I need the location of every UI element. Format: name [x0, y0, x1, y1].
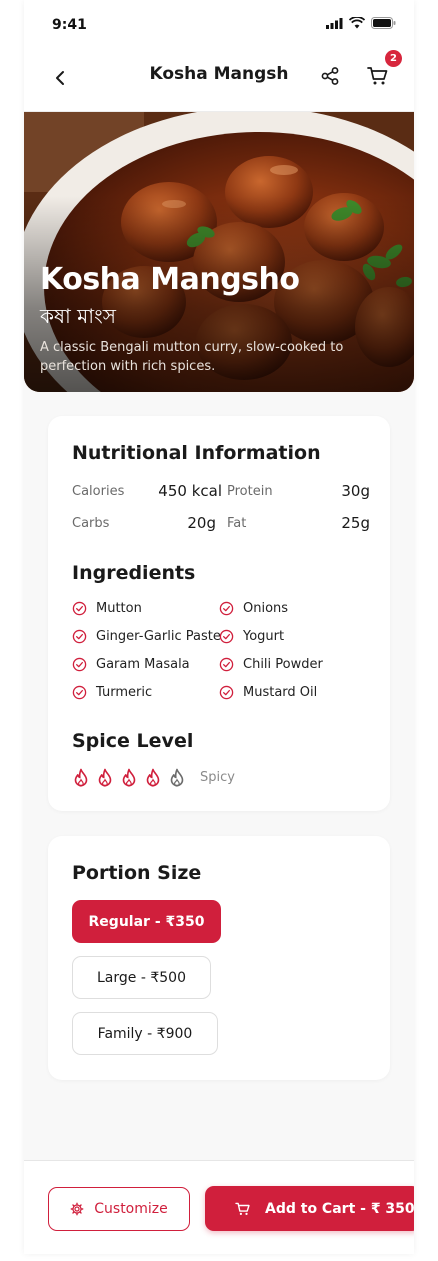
shopping-cart-icon	[367, 67, 388, 85]
ingredient-label: Turmeric	[96, 685, 153, 700]
flame-icon-active	[98, 768, 112, 787]
dish-details-card: Nutritional Information Calories 450 kca…	[48, 416, 390, 811]
wifi-icon	[349, 17, 365, 29]
portion-option-regular[interactable]: Regular - ₹350	[72, 900, 221, 943]
check-circle-icon	[219, 685, 234, 700]
share-button[interactable]	[316, 62, 344, 90]
ingredient-item: Chili Powder	[219, 657, 323, 672]
signal-icon	[326, 17, 343, 29]
ingredient-label: Mustard Oil	[243, 685, 318, 700]
spice-level-heading: Spice Level	[72, 730, 194, 752]
portion-size-heading: Portion Size	[72, 862, 202, 884]
cart-button[interactable]	[364, 62, 392, 90]
nutrition-value-fat: 25g	[341, 514, 370, 532]
dish-name: Kosha Mangsho	[40, 262, 300, 297]
dish-hero-image: Kosha Mangsho কষা মাংস A classic Bengali…	[24, 112, 414, 392]
nutrition-label-calories: Calories	[72, 484, 125, 499]
ingredient-item: Yogurt	[219, 629, 284, 644]
cart-count-badge: 2	[385, 50, 402, 67]
flame-icon-active	[74, 768, 88, 787]
spice-level-label: Spicy	[200, 770, 235, 785]
share-icon	[321, 67, 339, 85]
phone-screen: 9:41 Kosha Mangsh 2 Kosha Mangsho কষা মা…	[24, 0, 414, 1254]
status-time: 9:41	[52, 17, 87, 33]
ingredient-item: Onions	[219, 601, 288, 616]
top-navigation-bar: Kosha Mangsh	[24, 44, 414, 112]
nutrition-label-protein: Protein	[227, 484, 273, 499]
ingredient-item: Mustard Oil	[219, 685, 317, 700]
nutrition-value-calories: 450 kcal	[158, 482, 222, 500]
portion-size-card: Portion Size Regular - ₹350 Large - ₹500…	[48, 836, 390, 1080]
customize-label: Customize	[94, 1201, 168, 1217]
nutrition-label-carbs: Carbs	[72, 516, 110, 531]
bottom-action-bar: Customize Add to Cart - ₹ 350	[24, 1160, 414, 1254]
flame-icon-active	[146, 768, 160, 787]
portion-option-large[interactable]: Large - ₹500	[72, 956, 211, 999]
check-circle-icon	[72, 601, 87, 616]
check-circle-icon	[72, 685, 87, 700]
check-circle-icon	[72, 629, 87, 644]
nutrition-value-carbs: 20g	[187, 514, 216, 532]
portion-option-family[interactable]: Family - ₹900	[72, 1012, 218, 1055]
nutrition-heading: Nutritional Information	[72, 442, 321, 464]
battery-icon	[371, 17, 396, 29]
shopping-cart-icon	[235, 1202, 250, 1215]
ingredient-label: Ginger-Garlic Paste	[96, 629, 221, 644]
nutrition-value-protein: 30g	[341, 482, 370, 500]
add-to-cart-label: Add to Cart - ₹ 350	[265, 1200, 414, 1217]
ingredient-item: Turmeric	[72, 685, 152, 700]
ingredient-label: Onions	[243, 601, 289, 616]
dish-description: A classic Bengali mutton curry, slow-coo…	[40, 340, 344, 374]
ingredients-heading: Ingredients	[72, 562, 196, 584]
flame-icon-active	[122, 768, 136, 787]
ingredient-label: Yogurt	[243, 629, 285, 644]
nutrition-label-fat: Fat	[227, 516, 247, 531]
check-circle-icon	[219, 629, 234, 644]
ingredient-label: Garam Masala	[96, 657, 190, 672]
check-circle-icon	[219, 657, 234, 672]
gear-icon	[70, 1202, 84, 1216]
customize-button[interactable]: Customize	[48, 1187, 190, 1231]
ingredient-item: Ginger-Garlic Paste	[72, 629, 221, 644]
flame-icon-inactive	[170, 768, 184, 787]
check-circle-icon	[219, 601, 234, 616]
ingredient-label: Chili Powder	[243, 657, 323, 672]
page-title: Kosha Mangsh	[149, 64, 289, 84]
add-to-cart-button[interactable]: Add to Cart - ₹ 350	[205, 1186, 414, 1231]
ingredient-item: Mutton	[72, 601, 142, 616]
dish-name-bengali: কষা মাংস	[40, 304, 116, 328]
spice-level-indicator	[72, 768, 186, 788]
status-bar: 9:41	[24, 0, 414, 44]
check-circle-icon	[72, 657, 87, 672]
ingredient-label: Mutton	[96, 601, 142, 616]
ingredient-item: Garam Masala	[72, 657, 190, 672]
status-icons	[326, 17, 396, 29]
